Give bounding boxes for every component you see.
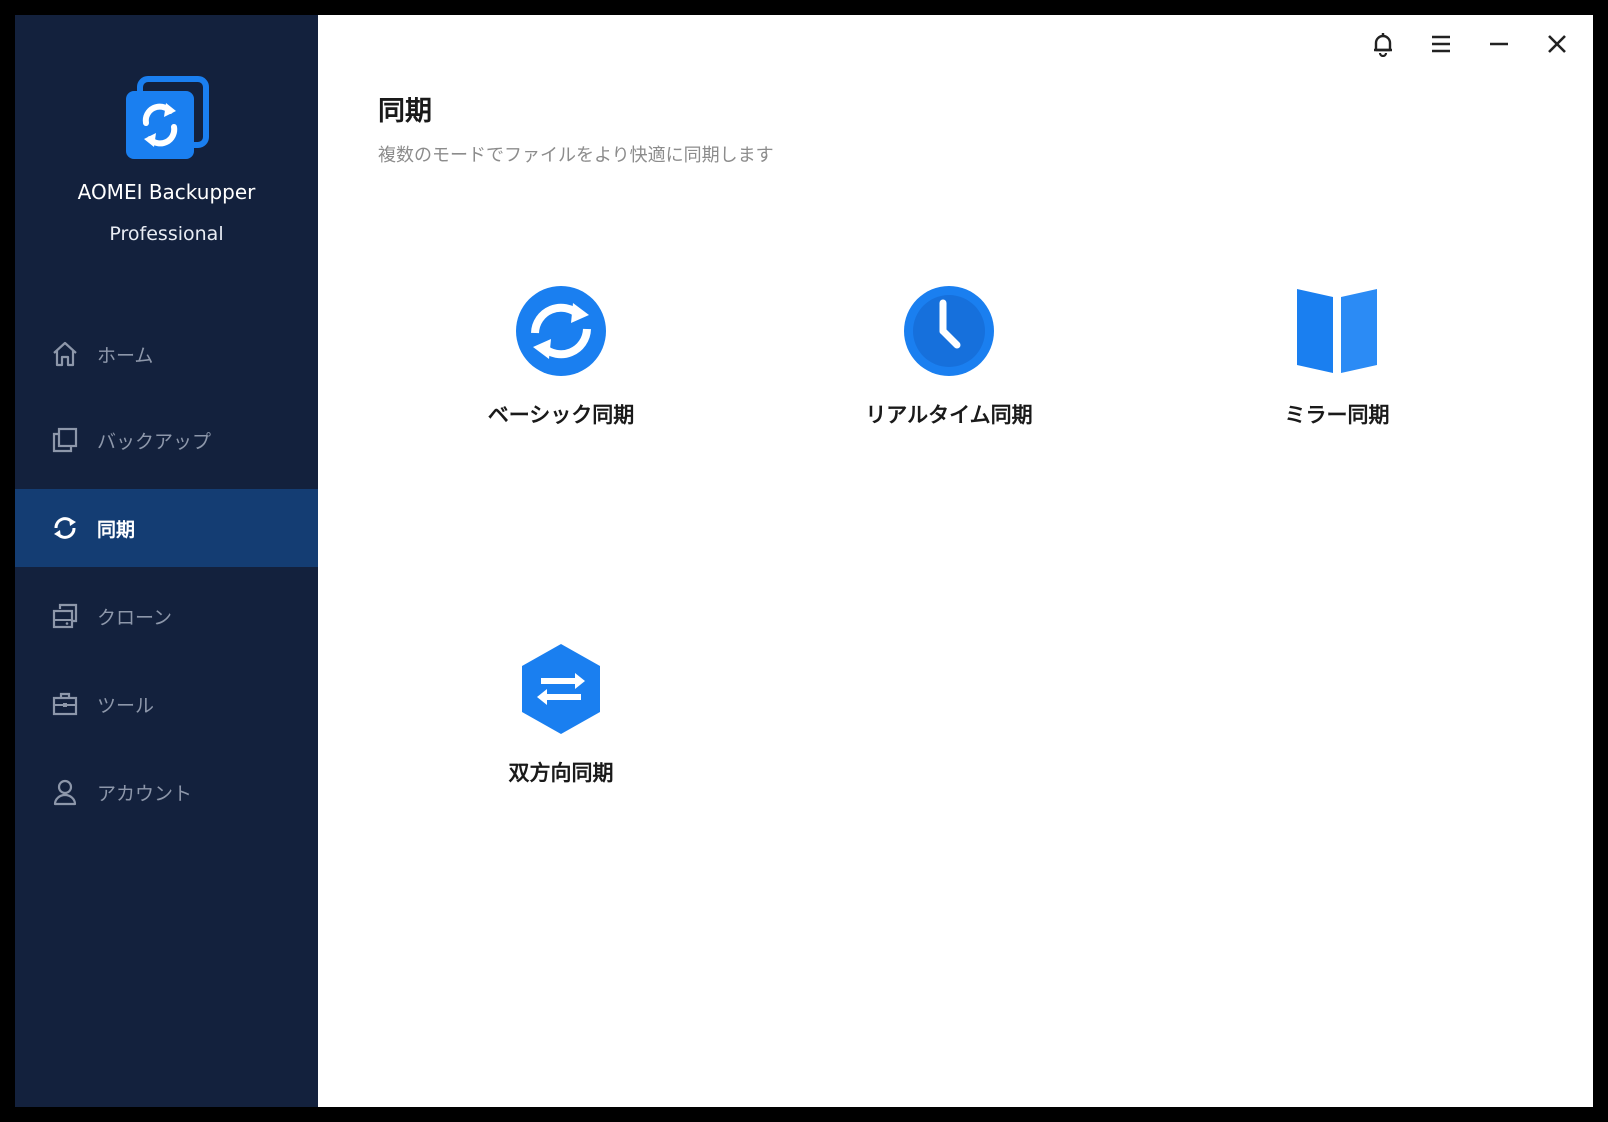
app-name: AOMEI Backupper [77, 180, 256, 204]
card-label: ベーシック同期 [487, 403, 635, 427]
sidebar-item-label: 同期 [97, 518, 136, 541]
app-window: AOMEI Backupper Professional ホーム バックアップ … [15, 15, 1593, 1107]
card-label: リアルタイム同期 [865, 403, 1033, 427]
sidebar-item-tools[interactable]: ツール [15, 665, 318, 743]
window-controls [1369, 30, 1571, 58]
clone-icon [50, 601, 80, 631]
basic-sync-option[interactable]: ベーシック同期 [441, 281, 681, 481]
mirror-sync-option[interactable]: ミラー同期 [1217, 281, 1457, 481]
sidebar-item-account[interactable]: アカウント [15, 753, 318, 831]
sync-icon [50, 513, 80, 543]
backup-icon [50, 425, 80, 455]
sidebar: AOMEI Backupper Professional ホーム バックアップ … [15, 15, 318, 1107]
close-icon[interactable] [1543, 30, 1571, 58]
sidebar-item-clone[interactable]: クローン [15, 577, 318, 655]
app-logo-icon [122, 75, 210, 163]
sidebar-item-label: バックアップ [97, 430, 212, 453]
realtime-sync-option[interactable]: リアルタイム同期 [829, 281, 1069, 481]
sidebar-item-label: ツール [97, 694, 155, 717]
sidebar-item-label: アカウント [97, 782, 193, 805]
menu-icon[interactable] [1427, 30, 1455, 58]
sidebar-item-label: クローン [97, 606, 173, 629]
user-icon [50, 777, 80, 807]
mirror-sync-icon [1287, 281, 1387, 381]
sidebar-item-home[interactable]: ホーム [15, 315, 318, 393]
app-edition: Professional [109, 223, 224, 245]
sidebar-item-label: ホーム [97, 344, 154, 367]
bell-icon[interactable] [1369, 30, 1397, 58]
main-content: 同期 複数のモードでファイルをより快適に同期します ベーシック同期 リアルタイム… [318, 15, 1593, 1107]
sidebar-item-sync[interactable]: 同期 [15, 489, 318, 567]
page-subtitle: 複数のモードでファイルをより快適に同期します [378, 145, 774, 166]
sidebar-item-backup[interactable]: バックアップ [15, 401, 318, 479]
card-label: ミラー同期 [1284, 403, 1390, 427]
card-label: 双方向同期 [508, 761, 614, 785]
realtime-sync-icon [899, 281, 999, 381]
basic-sync-icon [511, 281, 611, 381]
toolbox-icon [50, 689, 80, 719]
minimize-icon[interactable] [1485, 30, 1513, 58]
page-title: 同期 [378, 96, 432, 127]
two-way-sync-icon [511, 639, 611, 739]
home-icon [50, 339, 80, 369]
two-way-sync-option[interactable]: 双方向同期 [441, 639, 681, 839]
